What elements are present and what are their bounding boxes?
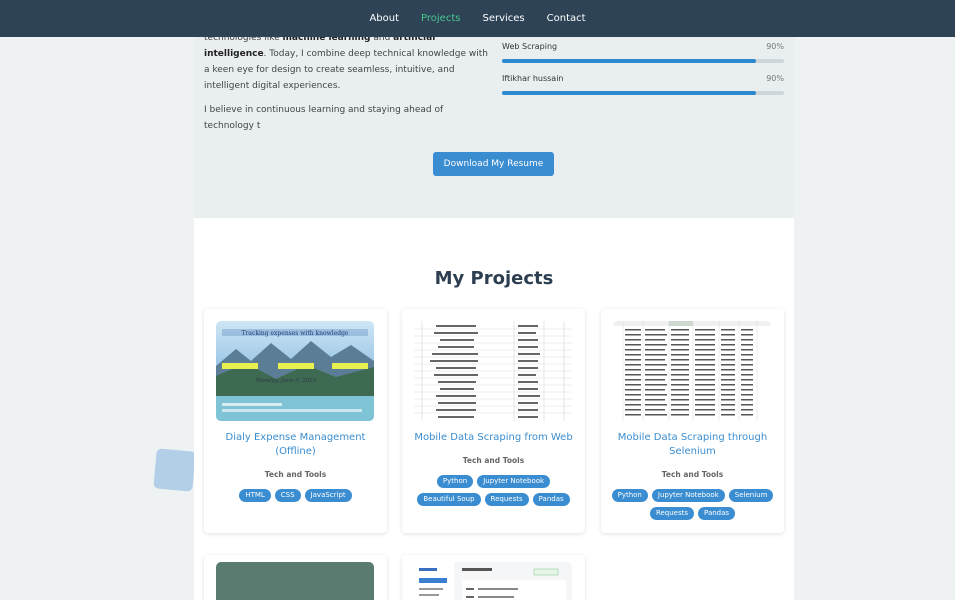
about-paragraph-2: I believe in continuous learning and sta…	[204, 105, 444, 131]
skill-label: Iftikhar hussain	[502, 74, 564, 83]
about-paragraph-1: technologies like machine learning and a…	[204, 30, 489, 94]
project-thumbnail	[414, 562, 572, 600]
project-tags: HTML CSS JavaScript	[210, 489, 381, 502]
project-subtitle: Tech and Tools	[264, 470, 327, 479]
tech-tag: Beautiful Soup	[417, 493, 481, 506]
thumb-banner-text: Tracking expenses with knowledge	[242, 330, 349, 337]
nav-link-about[interactable]: About	[369, 13, 399, 24]
project-subtitle: Tech and Tools	[661, 470, 724, 479]
tech-tag: JavaScript	[304, 489, 352, 502]
project-title[interactable]: Mobile Data Scraping through Selenium	[609, 431, 776, 459]
dashboard-screenshot	[414, 562, 572, 600]
skill-progress-fill	[502, 91, 756, 95]
project-card[interactable]	[204, 555, 387, 600]
project-thumbnail	[613, 321, 771, 421]
spreadsheet-screenshot	[613, 321, 771, 421]
projects-heading: My Projects	[434, 268, 554, 289]
project-thumbnail	[414, 321, 572, 421]
project-subtitle: Tech and Tools	[462, 456, 525, 465]
project-card[interactable]: Mobile Data Scraping through Selenium Te…	[601, 309, 784, 533]
skills-list: Web Scraping 90% Iftikhar hussain 90%	[502, 42, 784, 106]
skill-progress-track	[502, 91, 784, 95]
skill-item: Iftikhar hussain 90%	[502, 74, 784, 106]
about-text-fragment: .	[263, 49, 267, 59]
download-resume-button[interactable]: Download My Resume	[433, 152, 554, 176]
expense-app-screenshot: Tracking expenses with knowledge Monday,…	[216, 321, 374, 421]
projects-section: My Projects Tracking expenses with knowl…	[194, 218, 794, 600]
project-card[interactable]	[402, 555, 585, 600]
tech-tag: Pandas	[698, 507, 736, 520]
tech-tag: Selenium	[728, 489, 774, 502]
project-thumbnail	[216, 562, 374, 600]
skill-label: Web Scraping	[502, 42, 558, 51]
project-title[interactable]: Mobile Data Scraping from Web	[410, 431, 577, 445]
skill-progress-fill	[502, 59, 756, 63]
project-tags: Python Jupyter Notebook Selenium Request…	[607, 489, 778, 520]
tech-tag: Pandas	[532, 493, 570, 506]
tech-tag: Python	[611, 489, 648, 502]
skill-item: Web Scraping 90%	[502, 42, 784, 74]
tech-tag: Python	[436, 475, 474, 488]
nav-link-contact[interactable]: Contact	[547, 13, 586, 24]
nav-link-services[interactable]: Services	[482, 13, 524, 24]
top-navigation: About Projects Services Contact	[0, 0, 955, 37]
tech-tag: Jupyter Notebook	[651, 489, 725, 502]
tech-tag: CSS	[274, 489, 301, 502]
tech-tag: Jupyter Notebook	[477, 475, 551, 488]
project-tags: Python Jupyter Notebook Beautiful Soup R…	[408, 475, 579, 506]
skill-progress-track	[502, 59, 784, 63]
project-title[interactable]: Dialy Expense Management (Offline)	[212, 431, 379, 459]
skill-percent: 90%	[766, 42, 784, 51]
decorative-square	[153, 448, 196, 492]
skill-percent: 90%	[766, 74, 784, 83]
project-thumbnail: Tracking expenses with knowledge Monday,…	[216, 321, 374, 421]
tech-tag: HTML	[239, 489, 271, 502]
nav-link-projects[interactable]: Projects	[421, 13, 460, 24]
thumb-date-text: Monday, June 9, 2025	[255, 378, 317, 384]
about-text: technologies like machine learning and a…	[204, 30, 489, 142]
tech-tag: Requests	[484, 493, 529, 506]
spreadsheet-screenshot	[414, 321, 572, 421]
tech-tag: Requests	[649, 507, 695, 520]
project-card[interactable]: Tracking expenses with knowledge Monday,…	[204, 309, 387, 533]
project-card[interactable]: Mobile Data Scraping from Web Tech and T…	[402, 309, 585, 533]
